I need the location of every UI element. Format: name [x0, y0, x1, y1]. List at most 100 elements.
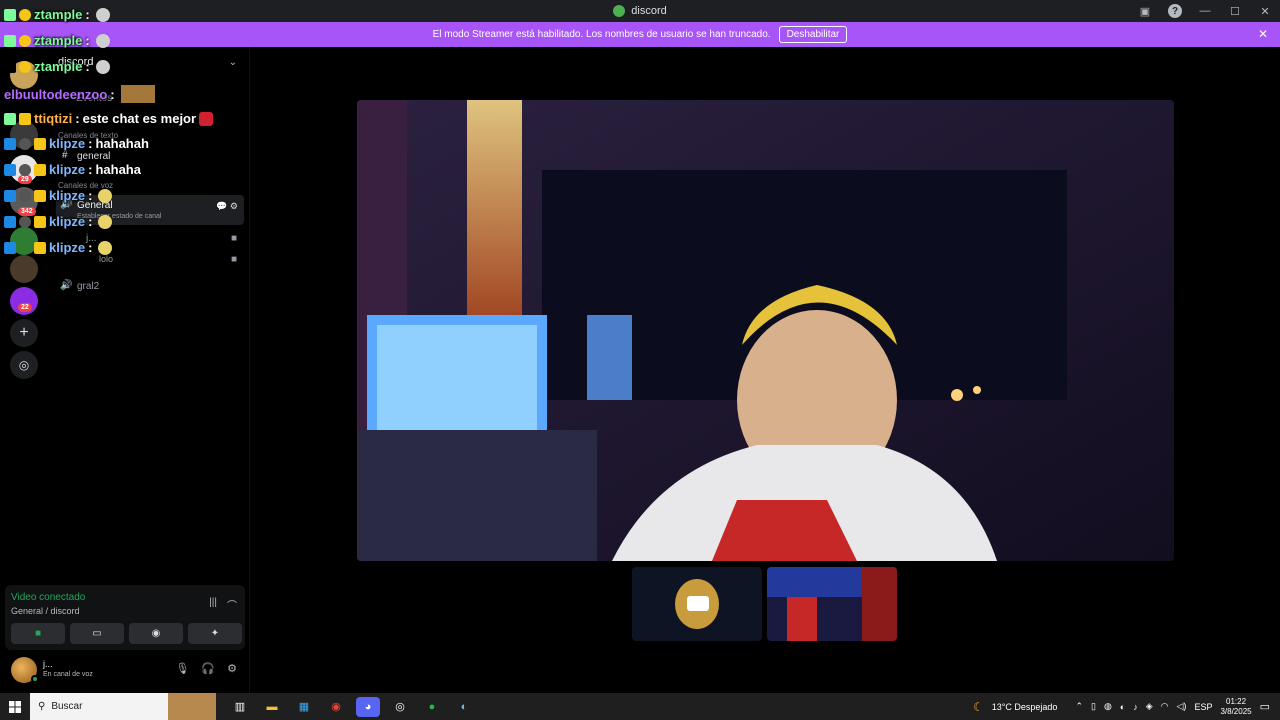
weather-text[interactable]: 13°C Despejado — [992, 702, 1058, 712]
voice-location[interactable]: General / discord — [11, 606, 80, 616]
chat-message: klipze: — [4, 240, 113, 255]
emote-icon — [98, 240, 113, 255]
system-tray: ☾ 13°C Despejado ⌃ ▯ ◍ ◐ ♪ ◈ ◠ ◁) ESP 01… — [973, 693, 1280, 720]
badge-icon — [4, 163, 16, 176]
voice-channel-gral2[interactable]: gral2 — [77, 281, 99, 292]
chat-username: klipze — [49, 240, 86, 255]
explore-servers-icon[interactable]: ◎ — [10, 351, 38, 379]
discord-window: discord ▣ ? — ☐ ✕ El modo Streamer está … — [0, 0, 1280, 720]
microphone-icon[interactable]: ♪ — [1133, 702, 1138, 712]
chat-username: ztample — [34, 33, 83, 48]
chat-separator: : — [85, 59, 90, 74]
voice-status[interactable]: Video conectado — [11, 592, 85, 603]
channel-general[interactable]: general — [77, 151, 110, 162]
camera-button[interactable]: ■ — [11, 623, 65, 644]
disconnect-icon[interactable]: ⌒ — [227, 597, 237, 612]
participant-tile[interactable] — [767, 567, 897, 641]
chat-text: hahahah — [95, 136, 149, 151]
chat-message: ztample: — [4, 59, 110, 74]
chat-separator: : — [75, 111, 80, 126]
skull-emote-icon — [95, 33, 110, 48]
minimize-button[interactable]: — — [1190, 0, 1220, 22]
discord-icon[interactable]: ◕ — [356, 696, 380, 717]
gear-icon[interactable]: ⚙ — [227, 662, 237, 675]
maximize-button[interactable]: ☐ — [1220, 0, 1250, 22]
disable-streamer-mode-button[interactable]: Deshabilitar — [778, 26, 848, 43]
start-button[interactable] — [0, 693, 30, 720]
crown-icon — [34, 215, 46, 228]
window-title: discord — [631, 5, 667, 17]
unread-badge: 22 — [18, 303, 32, 312]
voice-panel-controls: ||| ⌒ — [209, 597, 237, 612]
add-server-icon[interactable]: + — [10, 319, 38, 347]
clock[interactable]: 01:22 3/8/2025 — [1220, 697, 1251, 717]
chat-username: klipze — [49, 214, 86, 229]
participant-tile[interactable] — [632, 567, 762, 641]
chat-separator: : — [110, 86, 115, 102]
chat-message: klipze: — [4, 214, 113, 229]
user-name[interactable]: j... — [43, 659, 53, 669]
app-title: discord — [613, 5, 667, 17]
server-icon[interactable] — [10, 255, 38, 283]
taskbar-search[interactable]: ⚲ Buscar — [30, 693, 216, 720]
location-icon[interactable]: ◈ — [1146, 701, 1153, 712]
activities-button[interactable]: ◉ — [129, 623, 183, 644]
volume-icon[interactable]: ◁) — [1177, 701, 1187, 712]
voice-channel-actions[interactable]: 💬 ⚙ — [216, 201, 238, 212]
screen-share-button[interactable]: ▭ — [70, 623, 124, 644]
chat-message: klipze: hahaha — [4, 162, 141, 177]
windows-logo-icon — [9, 700, 21, 713]
badge-icon — [4, 215, 16, 228]
chrome-icon[interactable]: ◉ — [324, 697, 348, 717]
noise-suppression-icon[interactable]: ||| — [209, 597, 217, 612]
notifications-icon[interactable]: ▭ — [1260, 700, 1270, 713]
chat-username: klipze — [49, 136, 86, 151]
badge-icon — [19, 163, 31, 176]
voice-user-2[interactable]: lolo — [99, 254, 113, 264]
wifi-icon[interactable]: ◠ — [1161, 701, 1169, 712]
file-explorer-icon[interactable]: ▬ — [260, 697, 284, 717]
microphone-icon[interactable]: 🎙 — [175, 662, 189, 675]
skull-emote-icon — [95, 7, 110, 22]
hash-icon: # — [62, 150, 68, 161]
badge-icon — [19, 189, 31, 202]
banner-close-icon[interactable]: ✕ — [1258, 27, 1268, 41]
headphones-icon[interactable]: 🎧 — [201, 662, 215, 675]
crown-icon — [34, 241, 46, 254]
tray-app-icon[interactable]: ▯ — [1091, 701, 1096, 712]
store-icon[interactable]: ▦ — [292, 697, 316, 717]
main-video-stream[interactable] — [357, 100, 1174, 561]
badge-icon — [19, 8, 31, 21]
chat-message: ztample: — [4, 33, 110, 48]
spotify-icon[interactable]: ● — [420, 697, 444, 717]
soundboard-button[interactable]: ✦ — [188, 623, 242, 644]
close-window-button[interactable]: ✕ — [1250, 0, 1280, 22]
emote-icon — [98, 188, 113, 203]
chevron-up-icon[interactable]: ⌃ — [1075, 701, 1083, 712]
camera-off-icon — [687, 596, 709, 611]
strawberry-emote-icon — [199, 111, 214, 126]
language-indicator[interactable]: ESP — [1194, 702, 1212, 712]
badge-icon — [4, 137, 16, 150]
obs-icon[interactable]: ◎ — [388, 697, 412, 717]
chat-username: elbuultodeenzoo — [4, 86, 108, 102]
steam-icon[interactable]: ◐ — [452, 697, 476, 717]
crown-icon — [34, 189, 46, 202]
search-icon: ⚲ — [38, 701, 46, 712]
search-input[interactable]: Buscar — [51, 701, 82, 712]
chat-username: ztample — [34, 59, 83, 74]
crown-icon — [34, 137, 46, 150]
chevron-down-icon[interactable]: ⌄ — [229, 57, 237, 68]
inbox-icon[interactable]: ▣ — [1130, 0, 1160, 22]
tray-app-icon[interactable]: ◍ — [1104, 701, 1112, 712]
tray-app-icon[interactable]: ◐ — [1120, 702, 1125, 712]
chat-message: klipze: — [4, 188, 113, 203]
task-view-icon[interactable]: ▥ — [228, 697, 252, 717]
voice-connection-panel: Video conectado General / discord ||| ⌒ … — [5, 585, 245, 650]
badge-icon — [19, 137, 31, 150]
chat-message: elbuultodeenzoo: — [4, 85, 155, 103]
help-button[interactable]: ? — [1160, 0, 1190, 22]
clock-date: 3/8/2025 — [1220, 706, 1252, 716]
help-icon: ? — [1168, 4, 1182, 18]
title-bar: discord ▣ ? — ☐ ✕ — [0, 0, 1280, 22]
